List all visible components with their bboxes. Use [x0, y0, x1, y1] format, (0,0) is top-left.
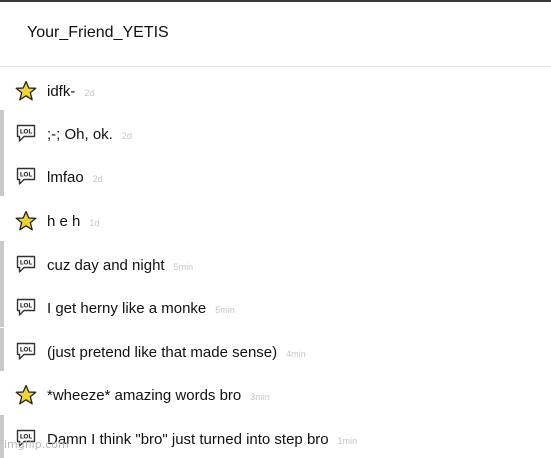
comment-timestamp[interactable]: 5min — [215, 305, 235, 315]
comment-row: LOL lmfao 2d — [0, 153, 551, 196]
lol-speech-bubble-icon: LOL — [15, 254, 37, 276]
username[interactable]: Your_Friend_YETIS — [27, 24, 169, 42]
comment-timestamp[interactable]: 2d — [93, 174, 103, 184]
lol-speech-bubble-icon: LOL — [15, 166, 37, 188]
reply-indicator-bar — [0, 110, 4, 153]
watermark: imgflip.com — [4, 438, 69, 451]
svg-text:LOL: LOL — [20, 303, 33, 310]
comment-timestamp[interactable]: 5min — [174, 262, 194, 272]
comment-text: h e h 1d — [47, 213, 100, 230]
svg-text:LOL: LOL — [20, 260, 33, 267]
star-icon — [15, 210, 37, 232]
lol-speech-bubble-icon: LOL — [15, 123, 37, 145]
comment-row: LOL cuz day and night 5min — [0, 241, 551, 284]
star-icon — [15, 80, 37, 102]
comment-text: ;-; Oh, ok. 2d — [47, 126, 132, 143]
comment-row: h e h 1d — [0, 197, 551, 240]
star-icon — [15, 384, 37, 406]
comment-header: Your_Friend_YETIS — [0, 0, 551, 66]
comment-text: idfk- 2d — [47, 83, 95, 100]
comment-text: cuz day and night 5min — [47, 257, 194, 274]
comment-text: lmfao 2d — [47, 169, 103, 186]
comment-timestamp[interactable]: 2d — [84, 88, 94, 98]
comment-timestamp[interactable]: 3min — [250, 392, 270, 402]
reply-indicator-bar — [0, 153, 4, 196]
comment-timestamp[interactable]: 2d — [122, 131, 132, 141]
comment-text: I get herny like a monke 5min — [47, 300, 235, 317]
comment-row: idfk- 2d — [0, 67, 551, 110]
comment-row: LOL (just pretend like that made sense) 4m… — [0, 328, 551, 371]
svg-text:LOL: LOL — [20, 347, 33, 354]
lol-speech-bubble-icon: LOL — [15, 341, 37, 363]
comment-row: LOL Damn I think "bro" just turned into s… — [0, 415, 551, 458]
comment-text: Damn I think "bro" just turned into step… — [47, 431, 358, 448]
reply-indicator-bar — [0, 415, 4, 458]
comment-row: *wheeze* amazing words bro 3min — [0, 371, 551, 414]
reply-indicator-bar — [0, 328, 4, 371]
reply-indicator-bar — [0, 241, 4, 284]
lol-speech-bubble-icon: LOL — [15, 297, 37, 319]
comment-row: LOL I get herny like a monke 5min — [0, 284, 551, 327]
comment-row: LOL ;-; Oh, ok. 2d — [0, 110, 551, 153]
svg-text:LOL: LOL — [20, 129, 33, 136]
comment-timestamp[interactable]: 1min — [338, 436, 358, 446]
comment-text: *wheeze* amazing words bro 3min — [47, 387, 270, 404]
comment-timestamp[interactable]: 4min — [286, 349, 306, 359]
comment-timestamp[interactable]: 1d — [89, 218, 99, 228]
svg-text:LOL: LOL — [20, 172, 33, 179]
reply-indicator-bar — [0, 284, 4, 327]
comment-text: (just pretend like that made sense) 4min — [47, 344, 306, 361]
